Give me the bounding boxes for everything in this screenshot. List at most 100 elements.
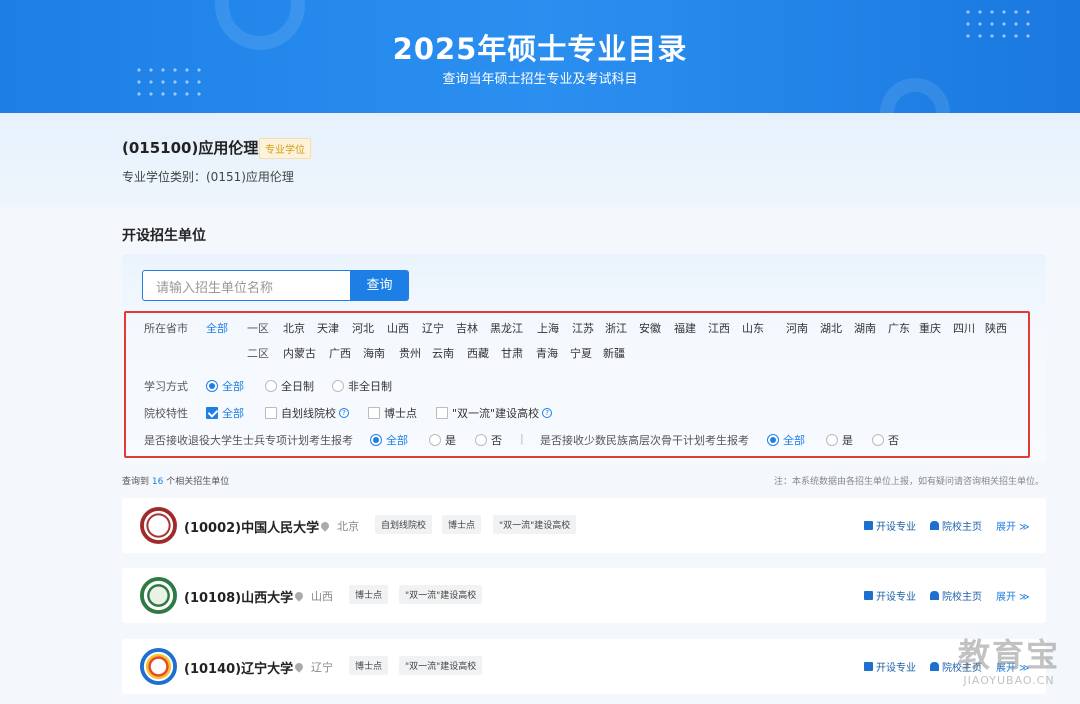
search-input[interactable]: 请输入招生单位名称 (142, 270, 350, 301)
province-option[interactable]: 上海 (537, 320, 559, 336)
filter-panel: 请输入招生单位名称 查询 所在省市 全部 一区 北京 天津 河北 山西 辽宁 吉林 黑龙江上… (122, 254, 1046, 462)
university-logo (140, 577, 177, 614)
province-option[interactable]: 四川 (953, 320, 975, 336)
province-option[interactable]: 山东 (742, 320, 764, 336)
province-option[interactable]: 重庆 (919, 320, 941, 336)
university-location: 辽宁 (293, 659, 333, 675)
location-text: 北京 (337, 520, 359, 533)
province-option[interactable]: 北京 (283, 320, 305, 336)
province-option[interactable]: 云南 (432, 345, 454, 361)
filter-options-box: 所在省市 全部 一区 北京 天津 河北 山西 辽宁 吉林 黑龙江 上海 江苏 浙江 安徽 福建 江西 山东… (124, 311, 1030, 458)
province-option[interactable]: 江苏 (572, 320, 594, 336)
province-option[interactable]: 黑龙江 (490, 320, 523, 336)
chart-icon (864, 521, 873, 530)
province-option[interactable]: 新疆 (603, 345, 625, 361)
province-option[interactable]: 河北 (352, 320, 374, 336)
university-name[interactable]: (10108)山西大学 (184, 587, 293, 606)
province-option[interactable]: 广东 (888, 320, 910, 336)
university-tag: 自划线院校 (375, 515, 433, 534)
chart-icon (864, 591, 873, 600)
study-mode-label: 学习方式 (144, 380, 188, 393)
study-all-radio[interactable]: 全部 (206, 378, 244, 394)
major-type-badge: 专业学位 (259, 138, 311, 159)
school-phd-checkbox[interactable]: 博士点 (368, 405, 417, 421)
province-option[interactable]: 甘肃 (501, 345, 523, 361)
province-option[interactable]: 宁夏 (570, 345, 592, 361)
province-option[interactable]: 河南 (786, 320, 808, 336)
option-label: 否 (888, 434, 899, 447)
expand-button[interactable]: 展开 ≫ (996, 518, 1030, 533)
province-option[interactable]: 辽宁 (422, 320, 444, 336)
school-all-checkbox[interactable]: 全部 (206, 405, 244, 421)
province-option[interactable]: 福建 (674, 320, 696, 336)
radio-icon (429, 434, 441, 446)
watermark-domain: JIAOYUBAO.CN (963, 674, 1055, 687)
province-option[interactable]: 湖南 (854, 320, 876, 336)
province-option[interactable]: 广西 (329, 345, 351, 361)
retired-no-radio[interactable]: 否 (475, 432, 502, 448)
help-icon[interactable]: ? (542, 408, 553, 418)
location-text: 辽宁 (311, 661, 333, 674)
province-option[interactable]: 内蒙古 (283, 345, 316, 361)
school-home-link[interactable]: 院校主页 (930, 518, 982, 533)
province-option[interactable]: 吉林 (456, 320, 478, 336)
university-card: (10140)辽宁大学 辽宁 博士点 "双一流"建设高校 开设专业 院校主页 展… (122, 639, 1046, 694)
province-option[interactable]: 湖北 (820, 320, 842, 336)
province-option[interactable]: 陕西 (985, 320, 1007, 336)
province-label: 所在省市 (144, 322, 188, 335)
page-banner: 2025年硕士专业目录 查询当年硕士招生专业及考试科目 (0, 0, 1080, 113)
retired-all-radio[interactable]: 全部 (370, 432, 408, 448)
option-label: 非全日制 (348, 380, 392, 393)
option-label: 全部 (222, 380, 244, 393)
option-label: "双一流"建设高校 (452, 407, 540, 420)
study-parttime-radio[interactable]: 非全日制 (332, 378, 392, 394)
school-home-link[interactable]: 院校主页 (930, 588, 982, 603)
province-option[interactable]: 天津 (317, 320, 339, 336)
province-option[interactable]: 安徽 (639, 320, 661, 336)
zone2-label: 二区 (247, 347, 269, 360)
province-all[interactable]: 全部 (206, 320, 228, 336)
province-option[interactable]: 青海 (536, 345, 558, 361)
action-label: 开设专业 (876, 522, 916, 533)
university-location: 北京 (319, 518, 359, 534)
province-option[interactable]: 山西 (387, 320, 409, 336)
university-name[interactable]: (10140)辽宁大学 (184, 658, 293, 677)
province-option[interactable]: 西藏 (467, 345, 489, 361)
home-icon (930, 521, 939, 530)
school-selfline-checkbox[interactable]: 自划线院校? (265, 405, 349, 421)
help-icon[interactable]: ? (339, 408, 349, 418)
university-tag: 博士点 (349, 656, 389, 675)
location-text: 山西 (311, 590, 333, 603)
school-doublefirst-checkbox[interactable]: "双一流"建设高校? (436, 405, 553, 421)
minority-all-radio[interactable]: 全部 (767, 432, 805, 448)
province-option[interactable]: 海南 (363, 345, 385, 361)
study-fulltime-radio[interactable]: 全日制 (265, 378, 314, 394)
university-card: (10002)中国人民大学 北京 自划线院校 博士点 "双一流"建设高校 开设专… (122, 498, 1046, 553)
radio-checked-icon (370, 434, 382, 446)
province-option[interactable]: 贵州 (399, 345, 421, 361)
open-majors-link[interactable]: 开设专业 (864, 659, 916, 674)
minority-yes-radio[interactable]: 是 (826, 432, 853, 448)
open-majors-link[interactable]: 开设专业 (864, 518, 916, 533)
minority-no-radio[interactable]: 否 (872, 432, 899, 448)
province-option[interactable]: 浙江 (605, 320, 627, 336)
option-label: 自划线院校 (281, 407, 336, 420)
option-label: 是 (445, 434, 456, 447)
radio-checked-icon (767, 434, 779, 446)
option-label: 全部 (386, 434, 408, 447)
page-title: 2025年硕士专业目录 (392, 32, 688, 66)
result-suffix: 个相关招生单位 (166, 477, 230, 487)
retired-soldier-label: 是否接收退役大学生士兵专项计划考生报考 (144, 434, 353, 447)
expand-button[interactable]: 展开 ≫ (996, 588, 1030, 603)
result-prefix: 查询到 (122, 477, 150, 487)
retired-yes-radio[interactable]: 是 (429, 432, 456, 448)
major-category: 专业学位类别：(0151)应用伦理 (122, 170, 294, 184)
open-majors-link[interactable]: 开设专业 (864, 588, 916, 603)
radio-icon (826, 434, 838, 446)
section-title: 开设招生单位 (122, 228, 206, 244)
university-tag: "双一流"建设高校 (399, 656, 483, 675)
university-name[interactable]: (10002)中国人民大学 (184, 517, 319, 536)
search-button[interactable]: 查询 (350, 270, 409, 301)
major-name: (015100)应用伦理 (122, 139, 259, 157)
province-option[interactable]: 江西 (708, 320, 730, 336)
